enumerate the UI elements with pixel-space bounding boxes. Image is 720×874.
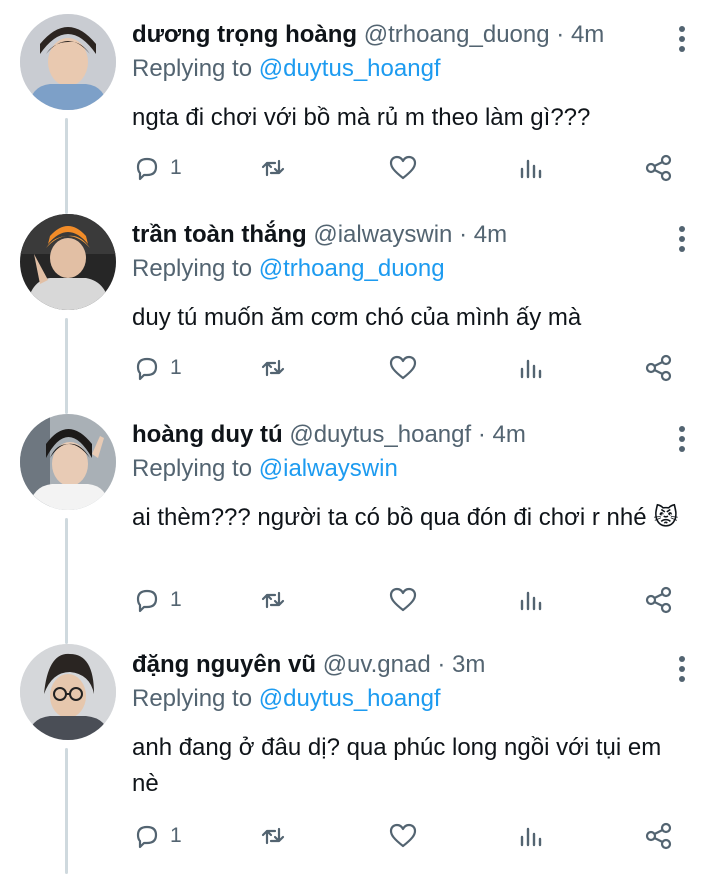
timestamp[interactable]: 4m [493,421,526,448]
separator-dot: · [459,221,468,248]
retweet-icon [261,827,285,845]
tweet-header: trần toàn thắng @ialwayswin · 4m [132,220,507,250]
replying-to-label: Replying to [132,55,253,82]
reply-button[interactable]: 1 [132,150,182,186]
tweet[interactable]: trần toàn thắng @ialwayswin · 4m Replyin… [0,214,720,404]
avatar[interactable] [20,644,116,740]
retweet-icon [261,591,285,609]
share-icon [645,154,672,182]
like-button[interactable] [388,818,418,854]
replying-to: Replying to @duytus_hoangf [132,684,441,714]
tweet-header: đặng nguyên vũ @uv.gnad · 3m [132,650,485,680]
separator-dot: · [437,651,446,678]
tweet[interactable]: đặng nguyên vũ @uv.gnad · 3m Replying to… [0,644,720,864]
tweet-actions: 1 [132,582,692,622]
timestamp[interactable]: 3m [452,651,485,678]
reply-icon [136,157,158,181]
replying-to-label: Replying to [132,455,253,482]
share-icon [645,822,672,850]
more-options-icon[interactable] [676,24,688,54]
replying-to-handle[interactable]: @trhoang_duong [259,255,445,282]
reply-button[interactable]: 1 [132,350,182,386]
share-button[interactable] [644,818,674,854]
replying-to: Replying to @duytus_hoangf [132,54,441,84]
separator-dot: · [556,21,565,48]
replying-to-handle[interactable]: @duytus_hoangf [259,55,441,82]
tweet-text: anh đang ở đâu dị? qua phúc long ngồi vớ… [132,734,662,797]
share-icon [645,586,672,614]
replying-to: Replying to @trhoang_duong [132,254,445,284]
retweet-button[interactable] [258,582,288,618]
like-icon [389,355,417,380]
retweet-icon [261,159,285,177]
reply-button[interactable]: 1 [132,582,182,618]
display-name[interactable]: dương trọng hoàng [132,21,357,48]
replying-to-label: Replying to [132,255,253,282]
reply-button[interactable]: 1 [132,818,182,854]
tweet-actions: 1 [132,150,692,190]
retweet-button[interactable] [258,818,288,854]
timestamp[interactable]: 4m [571,21,604,48]
avatar[interactable] [20,14,116,110]
share-button[interactable] [644,150,674,186]
tweet[interactable]: hoàng duy tú @duytus_hoangf · 4m Replyin… [0,414,720,634]
user-handle[interactable]: @ialwayswin [313,221,452,248]
more-options-icon[interactable] [676,424,688,454]
more-options-icon[interactable] [676,224,688,254]
share-icon [645,354,672,382]
tweet[interactable]: dương trọng hoàng @trhoang_duong · 4m Re… [0,14,720,204]
retweet-button[interactable] [258,150,288,186]
like-button[interactable] [388,150,418,186]
like-icon [389,587,417,612]
display-name[interactable]: đặng nguyên vũ [132,651,316,678]
replying-to-label: Replying to [132,685,253,712]
user-handle[interactable]: @duytus_hoangf [289,421,471,448]
like-icon [389,823,417,848]
avatar[interactable] [20,414,116,510]
more-options-icon[interactable] [676,654,688,684]
tweet-text: duy tú muốn ăm cơm chó của mình ấy mà [132,304,582,331]
reply-icon [136,825,158,849]
analytics-button[interactable] [516,582,546,618]
user-handle[interactable]: @uv.gnad [323,651,431,678]
tweet-text: ai thèm??? người ta có bồ qua đón đi chơ… [132,504,679,531]
tweet-actions: 1 [132,350,692,390]
separator-dot: · [477,421,486,448]
reply-count: 1 [170,156,182,179]
replying-to-handle[interactable]: @duytus_hoangf [259,685,441,712]
tweet-actions: 1 [132,818,692,858]
tweet-text: ngta đi chơi với bồ mà rủ m theo làm gì?… [132,104,591,131]
timestamp[interactable]: 4m [474,221,507,248]
analytics-icon [520,827,542,847]
reply-count: 1 [170,356,182,379]
reply-count: 1 [170,824,182,847]
tweet-header: dương trọng hoàng @trhoang_duong · 4m [132,20,604,50]
analytics-button[interactable] [516,350,546,386]
user-handle[interactable]: @trhoang_duong [364,21,550,48]
replying-to-handle[interactable]: @ialwayswin [259,455,398,482]
avatar[interactable] [20,214,116,310]
display-name[interactable]: trần toàn thắng [132,221,307,248]
analytics-button[interactable] [516,818,546,854]
analytics-icon [520,359,542,379]
display-name[interactable]: hoàng duy tú [132,421,283,448]
reply-icon [136,357,158,381]
share-button[interactable] [644,582,674,618]
like-button[interactable] [388,350,418,386]
reply-icon [136,589,158,613]
like-button[interactable] [388,582,418,618]
analytics-button[interactable] [516,150,546,186]
analytics-icon [520,159,542,179]
retweet-button[interactable] [258,350,288,386]
like-icon [389,155,417,180]
tweet-header: hoàng duy tú @duytus_hoangf · 4m [132,420,526,450]
replying-to: Replying to @ialwayswin [132,454,398,484]
retweet-icon [261,359,285,377]
analytics-icon [520,591,542,611]
share-button[interactable] [644,350,674,386]
reply-count: 1 [170,588,182,611]
